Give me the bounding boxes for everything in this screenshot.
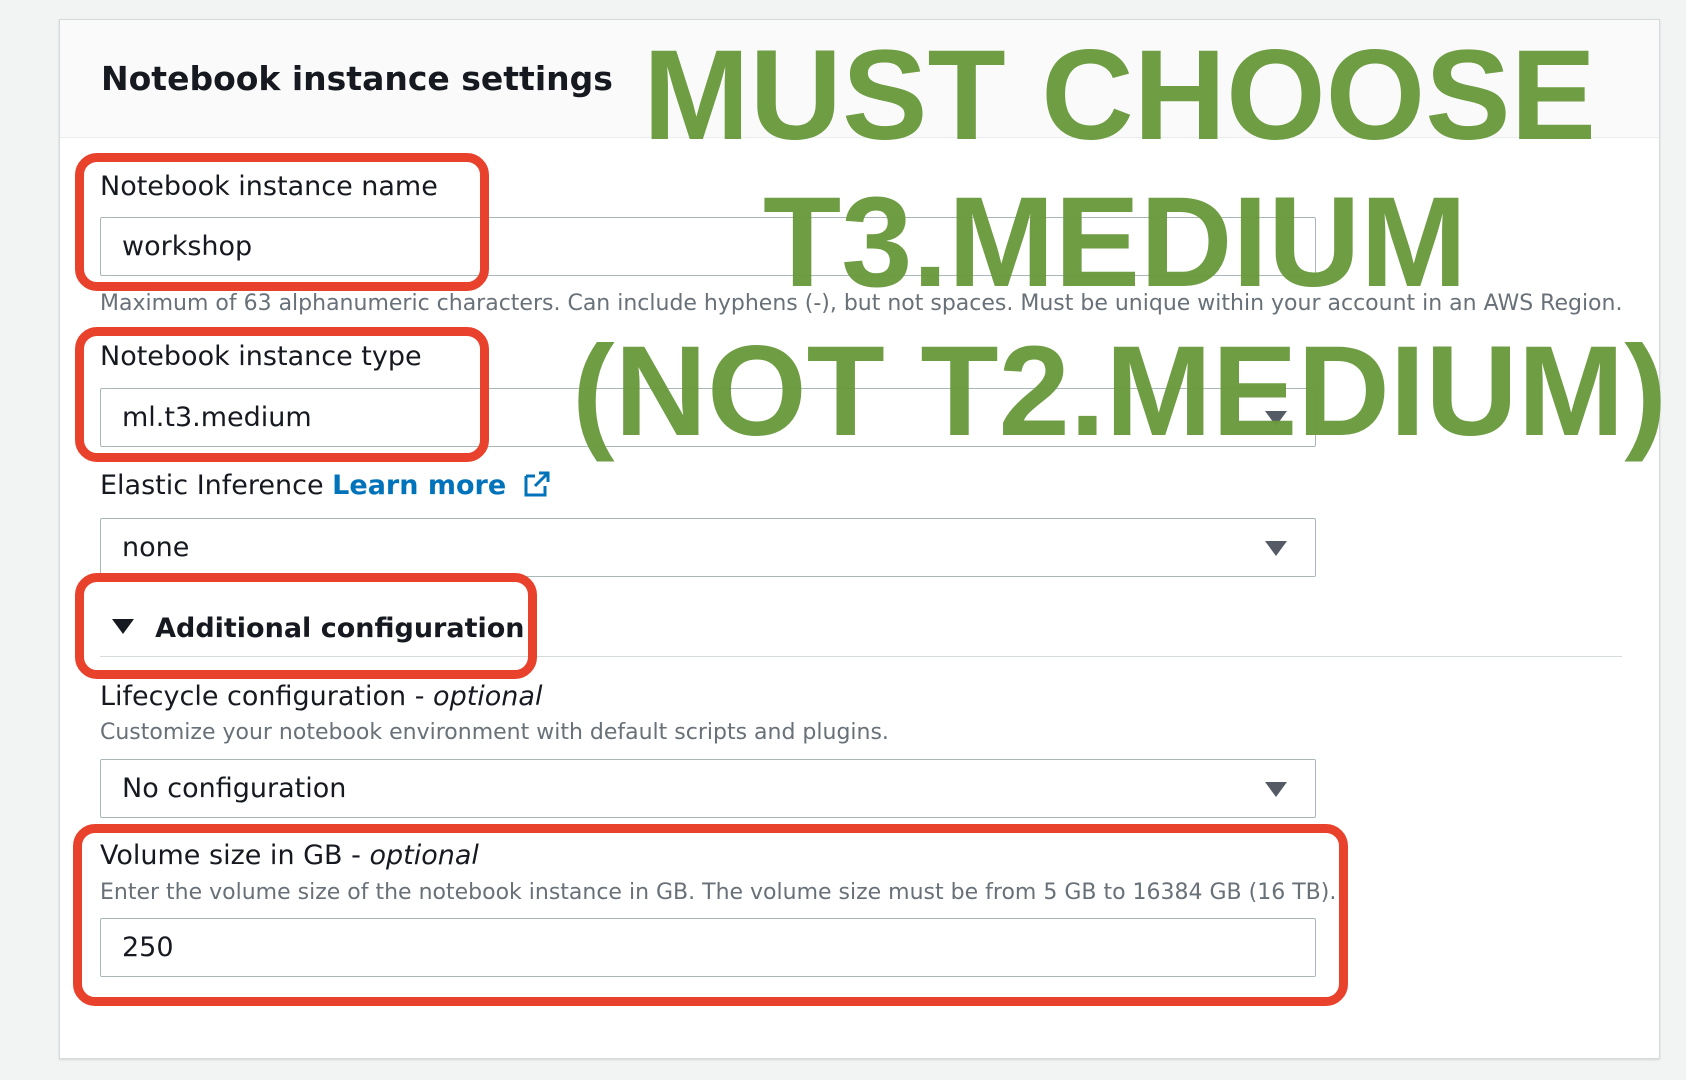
- volume-size-label-text: Volume size in GB: [100, 840, 343, 871]
- instance-name-hint: Maximum of 63 alphanumeric characters. C…: [100, 291, 1623, 316]
- lifecycle-label: Lifecycle configuration - optional: [100, 681, 543, 712]
- lifecycle-label-text: Lifecycle configuration: [100, 681, 407, 712]
- instance-type-label: Notebook instance type: [100, 341, 422, 372]
- instance-type-value: ml.t3.medium: [122, 402, 312, 433]
- elastic-inference-label: Elastic Inference Learn more: [100, 470, 551, 501]
- lifecycle-value: No configuration: [122, 773, 347, 804]
- instance-name-value: workshop: [122, 231, 253, 262]
- learn-more-link[interactable]: Learn more: [332, 470, 506, 501]
- additional-configuration-label: Additional configuration: [155, 613, 525, 644]
- chevron-down-icon: [1265, 541, 1287, 556]
- screenshot-stage: Notebook instance settings Notebook inst…: [0, 0, 1686, 1080]
- elastic-inference-select[interactable]: none: [100, 518, 1316, 577]
- instance-type-select[interactable]: ml.t3.medium: [100, 388, 1316, 447]
- elastic-inference-label-text: Elastic Inference: [100, 470, 324, 501]
- panel-title: Notebook instance settings: [101, 59, 613, 98]
- volume-size-hint: Enter the volume size of the notebook in…: [100, 880, 1337, 905]
- elastic-inference-value: none: [122, 532, 190, 563]
- volume-size-label: Volume size in GB - optional: [100, 840, 479, 871]
- panel-header: Notebook instance settings: [60, 20, 1659, 138]
- lifecycle-hint: Customize your notebook environment with…: [100, 720, 889, 745]
- section-divider: [100, 656, 1622, 657]
- volume-size-value: 250: [122, 932, 174, 963]
- additional-configuration-toggle[interactable]: Additional configuration: [112, 613, 525, 647]
- chevron-down-icon: [1265, 411, 1287, 426]
- instance-name-label: Notebook instance name: [100, 171, 438, 202]
- external-link-icon[interactable]: [523, 470, 551, 498]
- chevron-down-icon: [1265, 782, 1287, 797]
- lifecycle-select[interactable]: No configuration: [100, 759, 1316, 818]
- triangle-down-icon: [112, 619, 134, 634]
- optional-tag: optional: [369, 840, 479, 871]
- instance-name-input[interactable]: workshop: [100, 217, 1316, 276]
- volume-size-input[interactable]: 250: [100, 918, 1316, 977]
- optional-tag: optional: [433, 681, 543, 712]
